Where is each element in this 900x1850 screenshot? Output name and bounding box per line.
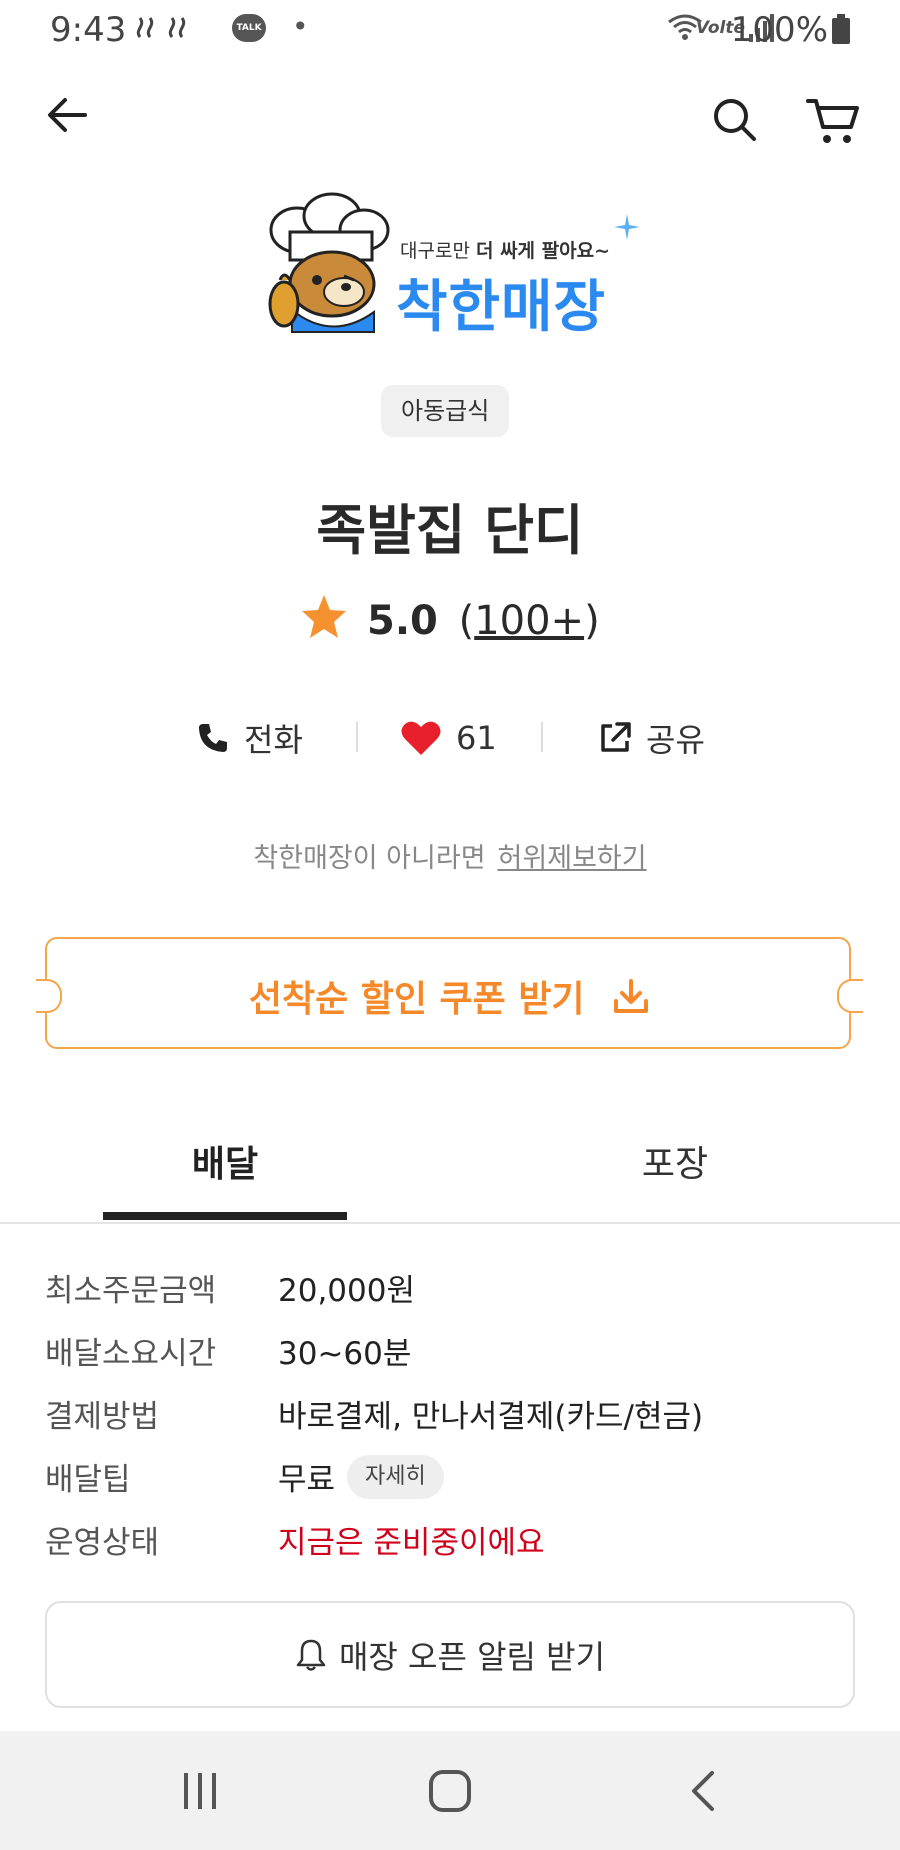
phone-icon xyxy=(199,724,227,752)
info-row-payment: 결제방법 바로결제, 만나서결제(카드/현금) xyxy=(45,1391,855,1435)
nav-back-button[interactable] xyxy=(643,1731,763,1850)
tab-takeout[interactable]: 포장 xyxy=(450,1130,900,1222)
open-notify-label: 매장 오픈 알림 받기 xyxy=(338,1637,606,1676)
status-dot: • xyxy=(292,10,309,43)
rating-row: 5.0 (100+) xyxy=(0,593,900,649)
info-value: 20,000원 xyxy=(278,1273,415,1309)
status-value: 지금은 준비중이에요 xyxy=(278,1525,545,1561)
notification-icons xyxy=(132,12,222,49)
category-chip: 아동급식 xyxy=(381,385,510,437)
report-text: 착한매장이 아니라면 xyxy=(253,843,486,874)
info-value: 바로결제, 만나서결제(카드/현금) xyxy=(278,1399,704,1435)
tip-detail-button[interactable]: 자세히 xyxy=(347,1454,444,1499)
bell-icon xyxy=(296,1639,326,1671)
info-label: 배달팁 xyxy=(45,1462,131,1498)
steam-icon xyxy=(136,17,186,38)
download-icon xyxy=(614,979,649,1013)
battery-percent: 100% xyxy=(730,10,828,50)
back-button[interactable] xyxy=(45,95,95,145)
order-type-tabs: 배달 포장 xyxy=(0,1130,900,1224)
share-button[interactable]: 공유 xyxy=(598,710,705,766)
like-button[interactable]: 61 xyxy=(400,710,497,766)
divider xyxy=(541,722,543,752)
report-row: 착한매장이 아니라면 허위제보하기 xyxy=(0,836,900,875)
logo-tagline: 대구로만 더 싸게 팔아요~ xyxy=(400,236,610,263)
info-value: 30~60분 xyxy=(278,1336,412,1372)
coupon-label-text: 선착순 할인 쿠폰 받기 xyxy=(248,979,585,1020)
info-row-min-order: 최소주문금액 20,000원 xyxy=(45,1265,855,1309)
info-row-status: 운영상태 지금은 준비중이에요 xyxy=(45,1517,855,1561)
system-nav-bar xyxy=(0,1731,900,1850)
tab-delivery[interactable]: 배달 xyxy=(0,1130,450,1222)
info-label: 결제방법 xyxy=(45,1399,160,1435)
review-count-open: ( xyxy=(458,598,475,644)
logo-tagline-prefix: 대구로만 xyxy=(400,240,476,262)
home-button[interactable] xyxy=(390,1731,510,1850)
info-row-delivery-time: 배달소요시간 30~60분 xyxy=(45,1328,855,1372)
home-icon xyxy=(429,1769,471,1812)
report-link[interactable]: 허위제보하기 xyxy=(498,843,647,874)
share-label: 공유 xyxy=(646,721,705,759)
kakaotalk-icon: TALK xyxy=(232,14,266,42)
arrow-left-icon xyxy=(48,98,87,132)
like-count: 61 xyxy=(456,719,497,757)
rating-score: 5.0 xyxy=(367,598,438,644)
logo-title: 착한매장 xyxy=(396,275,607,340)
info-row-delivery-tip: 배달팁 무료 자세히 xyxy=(45,1454,855,1499)
cart-icon xyxy=(806,99,859,143)
call-label: 전화 xyxy=(244,721,303,759)
recent-apps-icon xyxy=(184,1772,216,1809)
battery-icon xyxy=(832,14,850,48)
sparkle-icon xyxy=(614,214,640,240)
store-name: 족발집 단디 xyxy=(316,499,584,562)
info-label: 배달소요시간 xyxy=(45,1336,217,1372)
store-actions: 전화 61 공유 xyxy=(0,710,900,766)
cart-button[interactable] xyxy=(805,95,861,147)
info-value-wrap: 무료 자세히 xyxy=(278,1454,444,1499)
coupon-label[interactable]: 선착순 할인 쿠폰 받기 xyxy=(0,970,900,1022)
mascot-chef-otter-icon xyxy=(268,192,390,333)
logo-tagline-bold: 더 싸게 팔아요~ xyxy=(475,240,610,262)
divider xyxy=(356,722,358,752)
review-count: 100+ xyxy=(474,598,585,644)
star-icon xyxy=(300,593,348,649)
info-value: 무료 xyxy=(278,1462,336,1498)
search-icon xyxy=(714,99,756,141)
nav-back-icon xyxy=(692,1770,714,1811)
info-label: 최소주문금액 xyxy=(45,1273,217,1309)
status-time: 9:43 xyxy=(50,10,127,50)
recent-apps-button[interactable] xyxy=(140,1731,260,1850)
tab-active-indicator xyxy=(103,1212,347,1220)
search-button[interactable] xyxy=(710,95,760,145)
call-button[interactable]: 전화 xyxy=(196,710,303,766)
status-bar: 9:43 TALK • Volte 100% xyxy=(0,0,900,60)
review-count-link[interactable]: (100+) xyxy=(459,598,600,644)
share-icon xyxy=(601,722,631,752)
info-label: 운영상태 xyxy=(45,1525,160,1561)
review-count-close: ) xyxy=(584,598,600,644)
heart-icon xyxy=(401,721,441,755)
open-notify-button[interactable]: 매장 오픈 알림 받기 xyxy=(45,1601,855,1708)
